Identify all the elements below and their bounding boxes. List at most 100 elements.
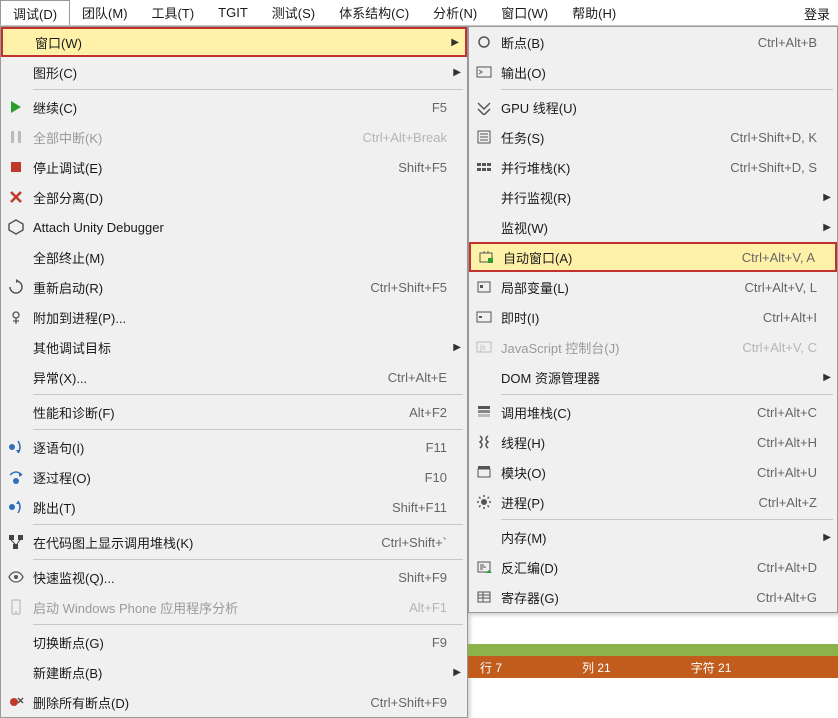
debug_menu-item[interactable]: 异常(X)...Ctrl+Alt+E <box>1 362 467 392</box>
debug_menu-item[interactable]: 附加到进程(P)... <box>1 302 467 332</box>
windows_submenu-item[interactable]: 监视(W)▶ <box>469 212 837 242</box>
submenu-arrow-icon: ▶ <box>817 192 831 203</box>
menu-label: 任务(S) <box>501 128 720 147</box>
windows_submenu-item[interactable]: 进程(P)Ctrl+Alt+Z <box>469 487 837 517</box>
debug_menu-item[interactable]: 逐过程(O)F10 <box>1 462 467 492</box>
debug_menu-item[interactable]: 快速监视(Q)...Shift+F9 <box>1 562 467 592</box>
restart-icon <box>5 276 27 298</box>
debug_menu-item[interactable]: 图形(C)▶ <box>1 57 467 87</box>
windows_submenu-item[interactable]: GPU 线程(U) <box>469 92 837 122</box>
menu-label: 切换断点(G) <box>33 633 422 652</box>
debug_menu-item[interactable]: 新建断点(B)▶ <box>1 657 467 687</box>
debug_menu-item[interactable]: 逐语句(I)F11 <box>1 432 467 462</box>
debug_menu-item[interactable]: 窗口(W)▶ <box>1 27 467 57</box>
menu-label: 输出(O) <box>501 63 807 82</box>
windows_submenu-item[interactable]: 即时(I)Ctrl+Alt+I <box>469 302 837 332</box>
debug_menu-item[interactable]: 全部分离(D) <box>1 182 467 212</box>
menu-label: 逐语句(I) <box>33 438 416 457</box>
debug_menu-item[interactable]: 继续(C)F5 <box>1 92 467 122</box>
disasm-icon <box>473 556 495 578</box>
windows_submenu-item[interactable]: 局部变量(L)Ctrl+Alt+V, L <box>469 272 837 302</box>
windows_submenu-item[interactable]: 输出(O) <box>469 57 837 87</box>
menu-label: 跳出(T) <box>33 498 382 517</box>
menu-label: 进程(P) <box>501 493 748 512</box>
windows_submenu-item[interactable]: 线程(H)Ctrl+Alt+H <box>469 427 837 457</box>
windows_submenu-item[interactable]: 断点(B)Ctrl+Alt+B <box>469 27 837 57</box>
debug-menu: 窗口(W)▶图形(C)▶继续(C)F5全部中断(K)Ctrl+Alt+Break… <box>0 26 468 718</box>
menu-shortcut: Ctrl+Alt+V, L <box>734 280 817 295</box>
editor-strip <box>468 644 838 656</box>
locals-icon <box>473 276 495 298</box>
windows_submenu-item[interactable]: 内存(M)▶ <box>469 522 837 552</box>
menubar-item-3[interactable]: TGIT <box>206 0 260 25</box>
menu-label: 启动 Windows Phone 应用程序分析 <box>33 598 399 617</box>
gpu-icon <box>473 96 495 118</box>
menu-label: 其他调试目标 <box>33 338 437 357</box>
menu-label: 逐过程(O) <box>33 468 415 487</box>
menu-shortcut: Ctrl+Shift+D, S <box>720 160 817 175</box>
menu-label: 并行堆栈(K) <box>501 158 720 177</box>
separator <box>33 559 463 560</box>
windows_submenu-item[interactable]: 模块(O)Ctrl+Alt+U <box>469 457 837 487</box>
debug_menu-item[interactable]: Attach Unity Debugger <box>1 212 467 242</box>
menubar-item-7[interactable]: 窗口(W) <box>489 0 560 25</box>
stepinto-icon <box>5 436 27 458</box>
stepout-icon <box>5 496 27 518</box>
login-link[interactable]: 登录 <box>804 4 830 23</box>
status-char: 字符 21 <box>691 659 732 676</box>
menu-shortcut: Ctrl+Alt+V, C <box>732 340 817 355</box>
pause-gray-icon <box>5 126 27 148</box>
windows_submenu-item[interactable]: 并行堆栈(K)Ctrl+Shift+D, S <box>469 152 837 182</box>
menu-shortcut: Ctrl+Alt+Break <box>352 130 447 145</box>
menubar-item-5[interactable]: 体系结构(C) <box>327 0 421 25</box>
separator <box>501 394 833 395</box>
blank-icon <box>7 31 29 53</box>
debug_menu-item[interactable]: 删除所有断点(D)Ctrl+Shift+F9 <box>1 687 467 717</box>
windows_submenu-item[interactable]: 任务(S)Ctrl+Shift+D, K <box>469 122 837 152</box>
autos-icon <box>475 246 497 268</box>
submenu-arrow-icon: ▶ <box>447 667 461 678</box>
debug_menu-item[interactable]: 性能和诊断(F)Alt+F2 <box>1 397 467 427</box>
blank-icon <box>5 336 27 358</box>
menu-label: 模块(O) <box>501 463 747 482</box>
menu-label: DOM 资源管理器 <box>501 368 807 387</box>
debug_menu-item[interactable]: 在代码图上显示调用堆栈(K)Ctrl+Shift+` <box>1 527 467 557</box>
unity-icon <box>5 216 27 238</box>
menubar-item-0[interactable]: 调试(D) <box>0 0 70 25</box>
menubar-item-8[interactable]: 帮助(H) <box>560 0 628 25</box>
debug_menu-item[interactable]: 切换断点(G)F9 <box>1 627 467 657</box>
menu-shortcut: Ctrl+Alt+B <box>748 35 817 50</box>
menu-label: 性能和诊断(F) <box>33 403 399 422</box>
windows_submenu-item[interactable]: 自动窗口(A)Ctrl+Alt+V, A <box>469 242 837 272</box>
blank-icon <box>5 631 27 653</box>
menu-shortcut: Shift+F11 <box>382 500 447 515</box>
debug_menu-item[interactable]: 其他调试目标▶ <box>1 332 467 362</box>
delete-bp-icon <box>5 691 27 713</box>
submenu-arrow-icon: ▶ <box>817 222 831 233</box>
menubar-item-6[interactable]: 分析(N) <box>421 0 489 25</box>
menubar-item-2[interactable]: 工具(T) <box>140 0 207 25</box>
windows_submenu-item[interactable]: 反汇编(D)Ctrl+Alt+D <box>469 552 837 582</box>
windows_submenu-item[interactable]: DOM 资源管理器▶ <box>469 362 837 392</box>
separator <box>33 624 463 625</box>
svg-text:js: js <box>479 343 486 352</box>
debug_menu-item[interactable]: 停止调试(E)Shift+F5 <box>1 152 467 182</box>
windows_submenu-item[interactable]: 寄存器(G)Ctrl+Alt+G <box>469 582 837 612</box>
menu-shortcut: Ctrl+Alt+V, A <box>732 250 815 265</box>
menubar-item-4[interactable]: 测试(S) <box>260 0 327 25</box>
menu-label: 内存(M) <box>501 528 807 547</box>
menu-shortcut: Alt+F2 <box>399 405 447 420</box>
menu-label: 并行监视(R) <box>501 188 807 207</box>
menubar-item-1[interactable]: 团队(M) <box>70 0 140 25</box>
attach-icon <box>5 306 27 328</box>
blank-icon <box>473 526 495 548</box>
windows_submenu-item[interactable]: 调用堆栈(C)Ctrl+Alt+C <box>469 397 837 427</box>
separator <box>33 89 463 90</box>
debug_menu-item[interactable]: 全部终止(M) <box>1 242 467 272</box>
debug_menu-item[interactable]: 重新启动(R)Ctrl+Shift+F5 <box>1 272 467 302</box>
separator <box>33 429 463 430</box>
separator <box>501 89 833 90</box>
debug_menu-item[interactable]: 跳出(T)Shift+F11 <box>1 492 467 522</box>
menu-label: 自动窗口(A) <box>503 248 732 267</box>
windows_submenu-item[interactable]: 并行监视(R) ▶ <box>469 182 837 212</box>
